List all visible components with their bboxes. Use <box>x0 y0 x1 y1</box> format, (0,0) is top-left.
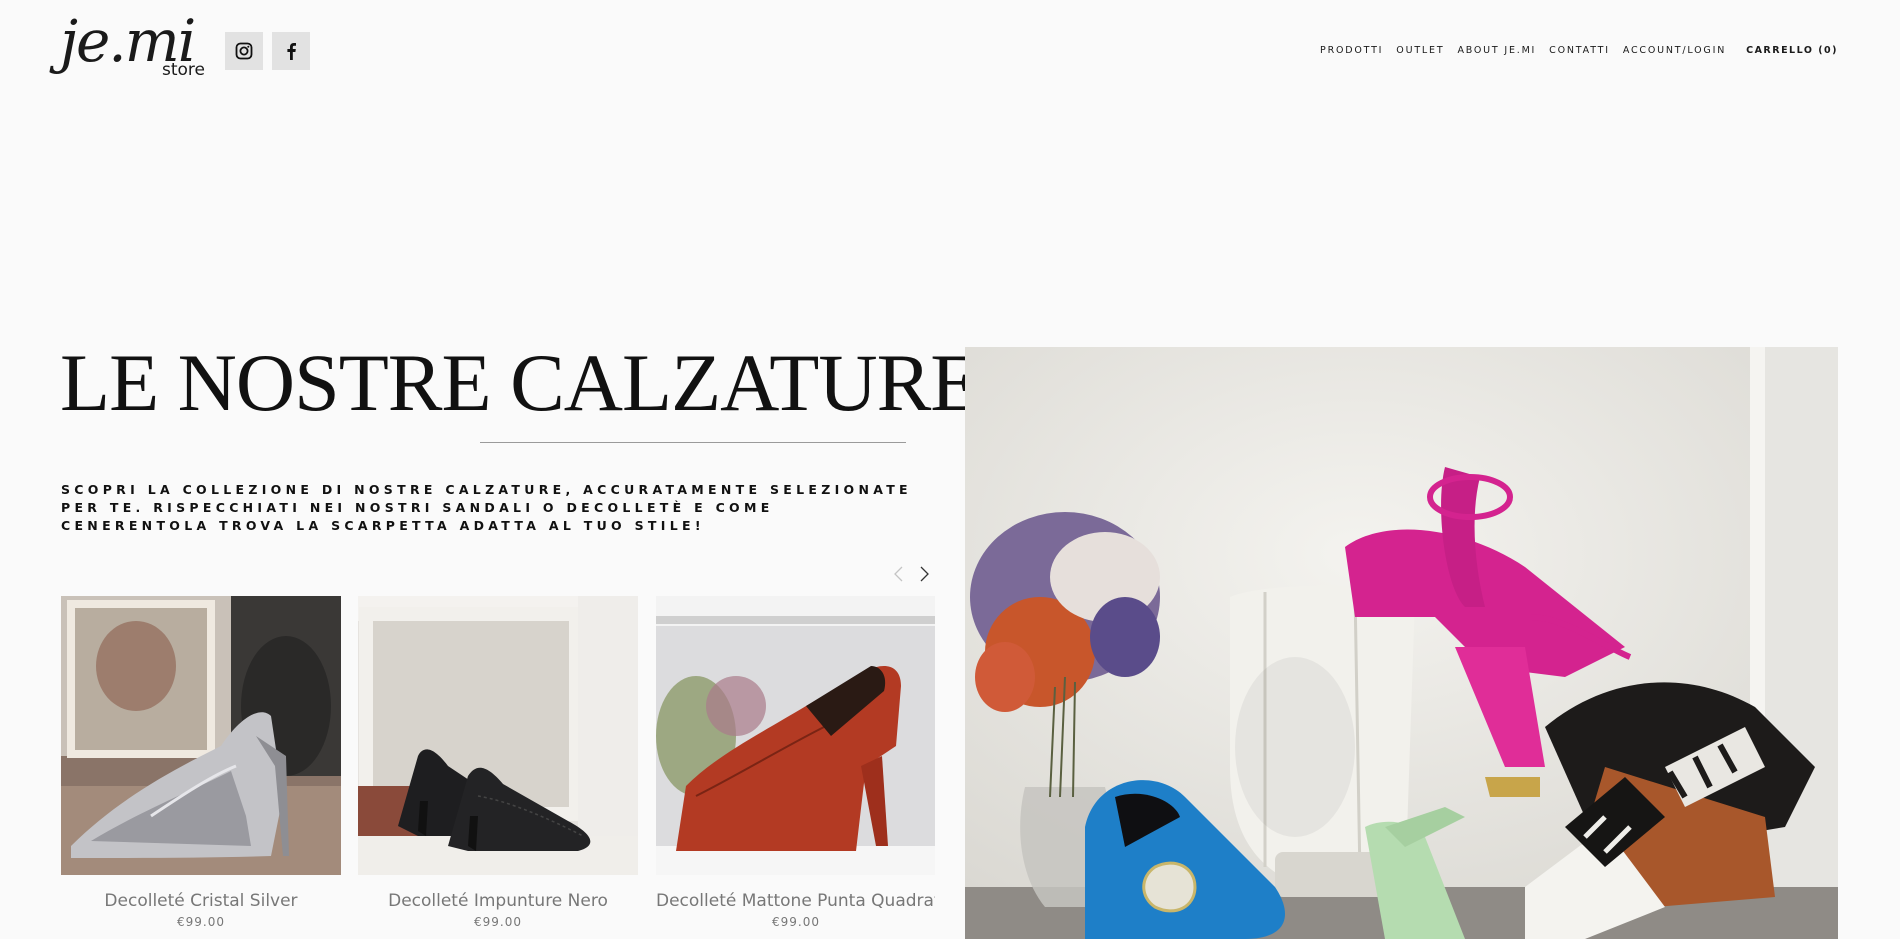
hero-image <box>965 347 1838 939</box>
product-image[interactable] <box>358 596 638 875</box>
instagram-icon <box>235 42 253 60</box>
carousel-controls <box>892 565 930 583</box>
facebook-link[interactable] <box>272 32 310 70</box>
product-price: €99.00 <box>772 915 820 929</box>
product-image[interactable] <box>656 596 935 875</box>
product-card[interactable]: Decolleté Mattone Punta Quadrata €99.00 <box>656 596 935 929</box>
collection-description: SCOPRI LA COLLEZIONE DI NOSTRE CALZATURE… <box>61 482 912 533</box>
chevron-left-icon <box>893 566 902 582</box>
product-name[interactable]: Decolleté Cristal Silver <box>61 891 341 911</box>
product-card[interactable]: Decolleté Cristal Silver €99.00 <box>61 596 341 929</box>
product-price: €99.00 <box>474 915 522 929</box>
site-header: je.mi store PRODOTTI OUTLET ABOUT JE.MI … <box>0 0 1900 102</box>
product-image[interactable] <box>61 596 341 875</box>
cart-link[interactable]: CARRELLO (0) <box>1746 45 1838 56</box>
product-card[interactable]: Decolleté Impunture Nero €99.00 <box>358 596 638 929</box>
nav-item-outlet[interactable]: OUTLET <box>1396 45 1444 56</box>
product-name[interactable]: Decolleté Impunture Nero <box>358 891 638 911</box>
page-title-block: LE NOSTRE CALZATURE <box>60 337 980 443</box>
carousel-prev-button[interactable] <box>892 565 904 583</box>
page-title: LE NOSTRE CALZATURE <box>60 337 980 428</box>
nav-item-prodotti[interactable]: PRODOTTI <box>1320 45 1383 56</box>
product-name[interactable]: Decolleté Mattone Punta Quadrata <box>656 891 935 911</box>
logo-sub-text: store <box>162 60 205 80</box>
title-underline <box>480 442 906 443</box>
carousel-next-button[interactable] <box>918 565 930 583</box>
instagram-link[interactable] <box>225 32 263 70</box>
main-nav: PRODOTTI OUTLET ABOUT JE.MI CONTATTI ACC… <box>1307 45 1838 56</box>
facebook-icon <box>287 43 296 60</box>
product-price: €99.00 <box>177 915 225 929</box>
product-carousel: Decolleté Cristal Silver €99.00 Decollet… <box>61 596 935 939</box>
nav-item-about[interactable]: ABOUT JE.MI <box>1457 45 1536 56</box>
chevron-right-icon <box>920 566 929 582</box>
site-logo[interactable]: je.mi store <box>60 12 210 86</box>
nav-item-contatti[interactable]: CONTATTI <box>1549 45 1610 56</box>
nav-item-account-login[interactable]: ACCOUNT/LOGIN <box>1623 45 1726 56</box>
